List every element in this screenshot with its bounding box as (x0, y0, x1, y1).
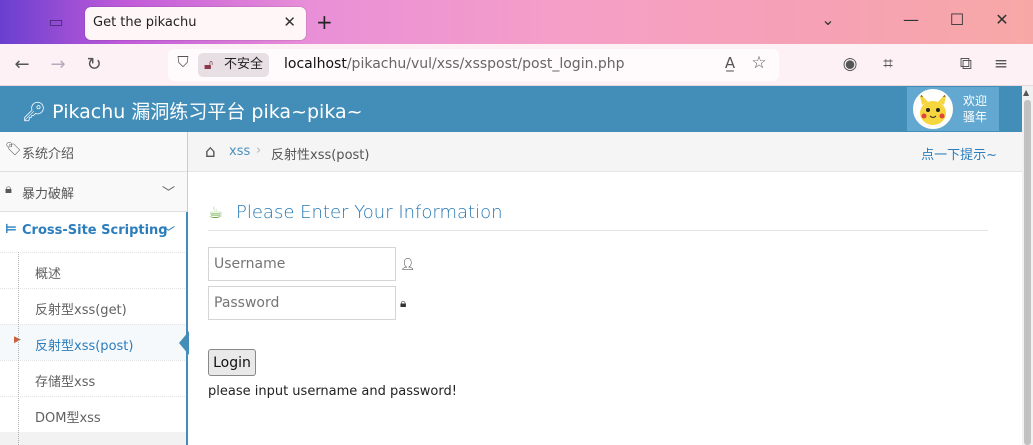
insecure-lock-icon: 🔓︎ (204, 57, 214, 73)
tab-list-icon[interactable]: ▭ (44, 11, 68, 33)
minimize-icon[interactable]: — (898, 10, 924, 29)
login-button[interactable]: Login (208, 349, 256, 376)
avatar (913, 89, 953, 129)
sidebar-subitem-label: 概述 (35, 267, 62, 282)
username-input[interactable] (208, 247, 396, 281)
sidebar-subitem-stored-xss[interactable]: 存储型xss (0, 360, 187, 396)
security-label: 不安全 (224, 57, 264, 72)
browser-tab-bar: ▭ Get the pikachu ✕ + ⌄ — ☐ ✕ (0, 0, 1033, 44)
user-greeting-line1: 欢迎 (963, 94, 988, 108)
back-icon[interactable]: ← (10, 54, 34, 75)
sidebar-subitem-label: 反射型xss(get) (35, 303, 127, 318)
url-text[interactable]: localhost/pikachu/vul/xss/xsspost/post_l… (284, 56, 625, 72)
shield-icon[interactable]: ⛉ (171, 53, 195, 71)
user-greeting-line2: 骚年 (963, 110, 988, 124)
site-title: Pikachu 漏洞练习平台 pika~pika~ (52, 101, 363, 123)
sidebar-item-intro[interactable]: 🏷︎ 系统介绍 (0, 132, 187, 172)
new-tab-button[interactable]: + (316, 10, 333, 34)
main-content: ☕︎ Please Enter Your Information 👤︎ 🔒︎ L… (188, 172, 1022, 445)
home-icon[interactable]: ⌂ (205, 142, 216, 162)
browser-tab[interactable]: Get the pikachu ✕ (85, 7, 306, 40)
lock-icon: 🔒︎ (400, 296, 407, 310)
coffee-cup-icon: ☕︎ (208, 203, 224, 223)
breadcrumb: ⌂ xss › 反射性xss(post) 点一下提示~ (188, 132, 1022, 172)
sidebar-subitem-xss-get[interactable]: 反射型xss(get) (0, 288, 187, 324)
tags-icon: 🏷︎ (5, 142, 22, 157)
forward-icon[interactable]: → (46, 54, 70, 75)
tab-close-icon[interactable]: ✕ (283, 13, 296, 31)
extensions-puzzle-icon[interactable]: ⧉ (954, 54, 978, 74)
chevron-down-icon: ﹀ (161, 226, 175, 241)
menu-icon[interactable]: ≡ (989, 54, 1013, 74)
user-icon: 👤︎ (400, 257, 416, 271)
reload-icon[interactable]: ↻ (82, 54, 106, 75)
title-divider (208, 230, 988, 231)
account-icon[interactable]: ◉ (838, 54, 862, 74)
sidebar-item-xss[interactable]: ⊨ Cross-Site Scripting ﹀ (0, 212, 187, 252)
sidebar-subitem-label: 存储型xss (35, 375, 96, 390)
scrollbar-thumb[interactable] (1024, 100, 1031, 445)
sidebar-item-label: Cross-Site Scripting (22, 223, 168, 238)
sidebar-subitem-label: DOM型xss (35, 411, 101, 426)
maximize-icon[interactable]: ☐ (944, 10, 970, 29)
tab-overflow-chevron-icon[interactable]: ⌄ (815, 10, 841, 29)
tab-title: Get the pikachu (93, 15, 197, 30)
form-title: Please Enter Your Information (236, 202, 503, 223)
sidebar-item-brute-force[interactable]: 🔒︎ 暴力破解 ﹀ (0, 172, 187, 212)
breadcrumb-link-xss[interactable]: xss (229, 144, 250, 159)
sidebar-item-label: 暴力破解 (22, 187, 75, 202)
status-message: please input username and password! (208, 384, 457, 399)
scroll-up-icon[interactable]: ▲ (1023, 88, 1029, 97)
password-input[interactable] (208, 286, 396, 320)
submenu-tree-line (18, 252, 19, 445)
bookmark-star-icon[interactable]: ☆ (747, 53, 771, 73)
security-badge[interactable]: 🔓︎ 不安全 (198, 53, 270, 77)
site-logo[interactable]: 🔑︎ Pikachu 漏洞练习平台 pika~pika~ (22, 97, 363, 124)
extension-crop-icon[interactable]: ⌗ (876, 54, 900, 74)
user-menu[interactable]: 欢迎 骚年 (907, 87, 999, 131)
lock-icon: 🔒︎ (5, 182, 12, 197)
sidebar-subitem-label: 反射型xss(post) (35, 339, 134, 354)
translate-icon[interactable]: A̲ (718, 54, 742, 72)
page-scrollbar[interactable]: ▲ (1022, 86, 1033, 445)
user-greeting: 欢迎 骚年 (963, 93, 987, 125)
sidebar-subitem-dom-xss[interactable]: DOM型xss (0, 396, 187, 432)
sidebar-item-label: 系统介绍 (22, 147, 75, 162)
url-path: /pikachu/vul/xss/xsspost/post_login.php (346, 56, 625, 72)
close-window-icon[interactable]: ✕ (989, 10, 1015, 29)
breadcrumb-separator-icon: › (256, 143, 262, 158)
sidebar-subitem-xss-post[interactable]: ▶ 反射型xss(post) (0, 324, 189, 360)
sidebar-subitem-overview[interactable]: 概述 (0, 252, 187, 288)
key-icon: 🔑︎ (22, 101, 47, 123)
breadcrumb-current: 反射性xss(post) (271, 148, 370, 163)
address-bar[interactable]: ⛉ 🔓︎ 不安全 localhost/pikachu/vul/xss/xsspo… (168, 49, 779, 81)
url-host: localhost (284, 56, 347, 72)
sidebar: 🏷︎ 系统介绍 🔒︎ 暴力破解 ﹀ ⊨ Cross-Site Scripting… (0, 132, 189, 445)
tree-list-icon: ⊨ (5, 222, 17, 237)
site-header: 🔑︎ Pikachu 漏洞练习平台 pika~pika~ 欢迎 骚年 (0, 86, 1022, 132)
browser-nav-bar: ← → ↻ ⛉ 🔓︎ 不安全 localhost/pikachu/vul/xss… (0, 44, 1033, 86)
hint-link[interactable]: 点一下提示~ (921, 144, 997, 163)
chevron-down-icon: ﹀ (161, 186, 175, 201)
